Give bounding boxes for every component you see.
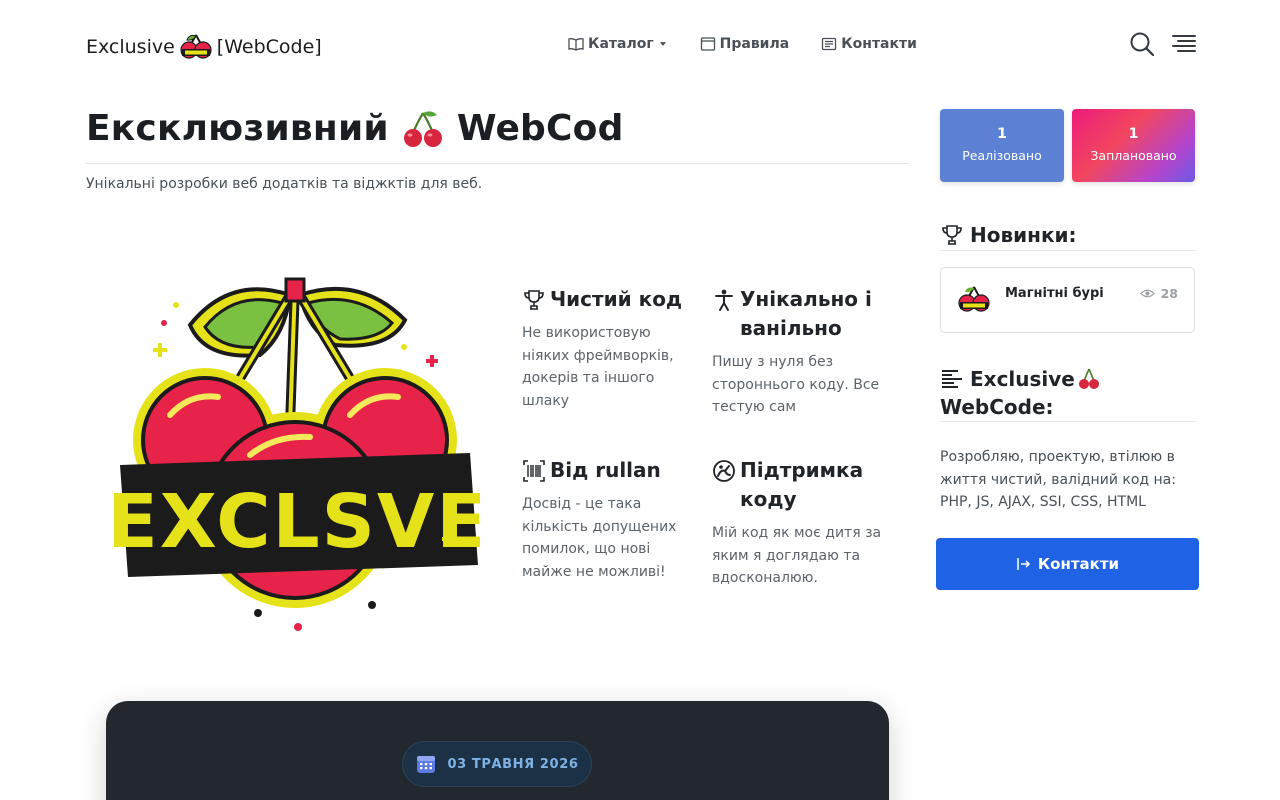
- news-item-views: 28: [1139, 286, 1178, 301]
- feature-support-title: Підтримка коду: [740, 458, 864, 511]
- news-heading-label: Новинки:: [970, 223, 1077, 247]
- feature-experience: Від rullan Досвід - це така кількість до…: [522, 456, 692, 583]
- nav-catalog[interactable]: Каталог: [568, 36, 668, 52]
- header-actions: [1128, 30, 1198, 58]
- about-heading-line1: Exclusive: [970, 367, 1075, 391]
- post-card[interactable]: 03 ТРАВНЯ 2026: [106, 701, 889, 800]
- page-title-right: WebCod: [456, 108, 624, 149]
- book-icon: [568, 38, 584, 51]
- about-heading-line2: WebCode:: [940, 395, 1054, 419]
- nav-catalog-label: Каталог: [588, 36, 654, 52]
- stat-completed-label: Реалізовано: [962, 148, 1042, 163]
- brand-suffix: [WebCode]: [216, 36, 322, 58]
- date-badge-label: 03 ТРАВНЯ 2026: [447, 756, 579, 772]
- text-lines-icon: [942, 370, 962, 388]
- contacts-button-label: Контакти: [1037, 555, 1120, 573]
- feature-clean-code-text: Не використовую ніяких фреймворків, доке…: [522, 325, 674, 409]
- newspaper-icon: [822, 37, 837, 51]
- feature-unique: Унікально і ванільно Пишу з нуля без сто…: [712, 285, 887, 419]
- cherry-icon: [403, 110, 442, 147]
- news-item[interactable]: Магнітні бурі 28: [940, 267, 1195, 333]
- person-icon: [715, 289, 733, 311]
- stat-completed-value: 1: [997, 126, 1007, 142]
- news-heading: Новинки:: [940, 221, 1077, 249]
- caret-down-icon: [659, 42, 666, 46]
- feature-unique-text: Пишу з нуля без стороннього коду. Все те…: [712, 354, 880, 415]
- calendar-icon: [416, 756, 435, 773]
- about-divider: [940, 421, 1196, 422]
- news-item-title: Магнітні бурі: [1005, 285, 1104, 301]
- nav-rules[interactable]: Правила: [700, 36, 790, 52]
- logo-wordmark: EXCLSVE: [110, 479, 480, 565]
- support-icon: [713, 460, 735, 482]
- feature-unique-title: Унікально і ванільно: [740, 287, 872, 340]
- nav-rules-label: Правила: [719, 36, 790, 52]
- feature-experience-title: Від rullan: [550, 458, 661, 482]
- feature-support: Підтримка коду Мій код як моє дитя за як…: [712, 456, 887, 590]
- news-divider: [940, 250, 1196, 251]
- feature-clean-code-title: Чистий код: [550, 287, 683, 311]
- menu-icon[interactable]: [1170, 30, 1198, 58]
- nav-contacts[interactable]: Контакти: [821, 36, 917, 52]
- contacts-button[interactable]: Контакти: [936, 538, 1199, 590]
- window-icon: [700, 37, 715, 51]
- stat-planned[interactable]: 1 Заплановано: [1072, 109, 1195, 182]
- exclusive-logo-image: EXCLSVE: [110, 277, 480, 631]
- page-title-left: Ексклюзивний: [86, 108, 389, 149]
- search-icon[interactable]: [1128, 30, 1156, 58]
- cherry-icon: [1078, 368, 1099, 389]
- main-nav: Каталог Правила Контакти: [568, 36, 917, 52]
- page-subtitle: Унікальні розробки веб додатків та віджк…: [86, 176, 483, 192]
- about-heading: Exclusive WebCode:: [940, 365, 1101, 421]
- feature-support-text: Мій код як моє дитя за яким я доглядаю т…: [712, 525, 882, 586]
- feature-experience-text: Досвід - це така кількість допущених пом…: [522, 496, 677, 580]
- sign-in-icon: [1017, 558, 1030, 570]
- brand-prefix: Exclusive: [86, 36, 175, 58]
- stat-planned-label: Заплановано: [1090, 148, 1177, 163]
- stat-completed[interactable]: 1 Реалізовано: [940, 109, 1064, 182]
- title-divider: [86, 163, 910, 164]
- eye-icon: [1139, 289, 1155, 298]
- stat-planned-value: 1: [1128, 126, 1139, 142]
- barcode-icon: [523, 460, 545, 482]
- date-badge: 03 ТРАВНЯ 2026: [402, 741, 592, 787]
- news-thumbnail-image: [958, 286, 990, 312]
- page-title: Ексклюзивний WebCod: [86, 108, 624, 149]
- about-text: Розробляю, проектую, втілюю в життя чист…: [940, 449, 1176, 510]
- cherry-logo-icon: [180, 34, 212, 59]
- trophy-icon: [942, 225, 962, 245]
- feature-clean-code: Чистий код Не використовую ніяких фреймв…: [522, 285, 692, 412]
- site-brand[interactable]: Exclusive [WebCode]: [86, 32, 322, 62]
- news-item-views-count: 28: [1160, 286, 1178, 301]
- nav-contacts-label: Контакти: [841, 36, 917, 52]
- trophy-icon: [524, 290, 544, 310]
